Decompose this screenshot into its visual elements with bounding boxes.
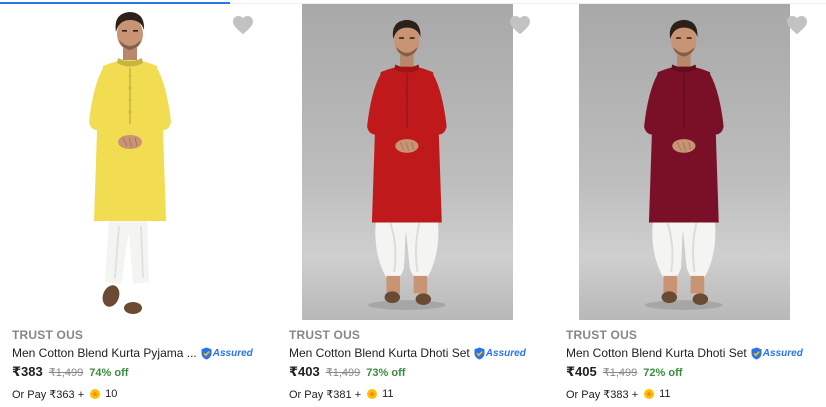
discount-label: 74% off	[89, 367, 129, 379]
product-card[interactable]: TRUST OUS Men Cotton Blend Kurta Dhoti S…	[277, 0, 554, 407]
product-brand: TRUST OUS	[12, 328, 84, 342]
assured-label: Assured	[212, 347, 253, 359]
pay-with-coins-text: Or Pay ₹363 +	[12, 388, 85, 401]
model-illustration	[644, 19, 724, 310]
discount-label: 72% off	[643, 367, 683, 379]
selling-price: ₹405	[566, 364, 597, 379]
product-brand: TRUST OUS	[566, 328, 638, 342]
heart-icon	[510, 16, 530, 35]
assured-shield-icon	[751, 347, 762, 359]
model-illustration	[367, 19, 447, 310]
supercoin-icon	[367, 389, 378, 399]
heart-icon	[233, 16, 253, 35]
product-title[interactable]: Men Cotton Blend Kurta Dhoti Set	[566, 346, 747, 360]
assured-label: Assured	[762, 347, 803, 359]
product-card[interactable]: TRUST OUS Men Cotton Blend Kurta Dhoti S…	[554, 0, 826, 407]
assured-badge: Assured	[201, 347, 253, 360]
selling-price: ₹383	[12, 364, 43, 379]
pay-with-coins-text: Or Pay ₹381 +	[289, 388, 362, 401]
wishlist-button[interactable]	[785, 13, 809, 37]
assured-badge: Assured	[751, 347, 803, 360]
product-card[interactable]: TRUST OUS Men Cotton Blend Kurta Pyjama …	[0, 0, 277, 407]
supercoin-count: 10	[105, 388, 118, 400]
product-image[interactable]	[25, 4, 236, 320]
product-image[interactable]	[579, 4, 790, 320]
wishlist-button[interactable]	[231, 13, 255, 37]
supercoin-count: 11	[659, 388, 671, 400]
discount-label: 73% off	[366, 367, 406, 379]
wishlist-button[interactable]	[508, 13, 532, 37]
original-price: ₹1,499	[325, 367, 361, 379]
product-image[interactable]	[302, 4, 513, 320]
pay-with-coins-text: Or Pay ₹383 +	[566, 388, 639, 401]
selling-price: ₹403	[289, 364, 320, 379]
original-price: ₹1,499	[602, 367, 638, 379]
heart-icon	[787, 16, 807, 35]
product-title[interactable]: Men Cotton Blend Kurta Pyjama ...	[12, 346, 197, 360]
assured-label: Assured	[485, 347, 526, 359]
assured-shield-icon	[201, 347, 212, 359]
supercoin-count: 11	[382, 388, 394, 400]
product-brand: TRUST OUS	[289, 328, 361, 342]
model-illustration	[89, 12, 171, 314]
original-price: ₹1,499	[48, 367, 84, 379]
assured-badge: Assured	[474, 347, 526, 360]
assured-shield-icon	[474, 347, 485, 359]
supercoin-icon	[644, 389, 655, 399]
product-title[interactable]: Men Cotton Blend Kurta Dhoti Set	[289, 346, 470, 360]
supercoin-icon	[90, 389, 101, 399]
